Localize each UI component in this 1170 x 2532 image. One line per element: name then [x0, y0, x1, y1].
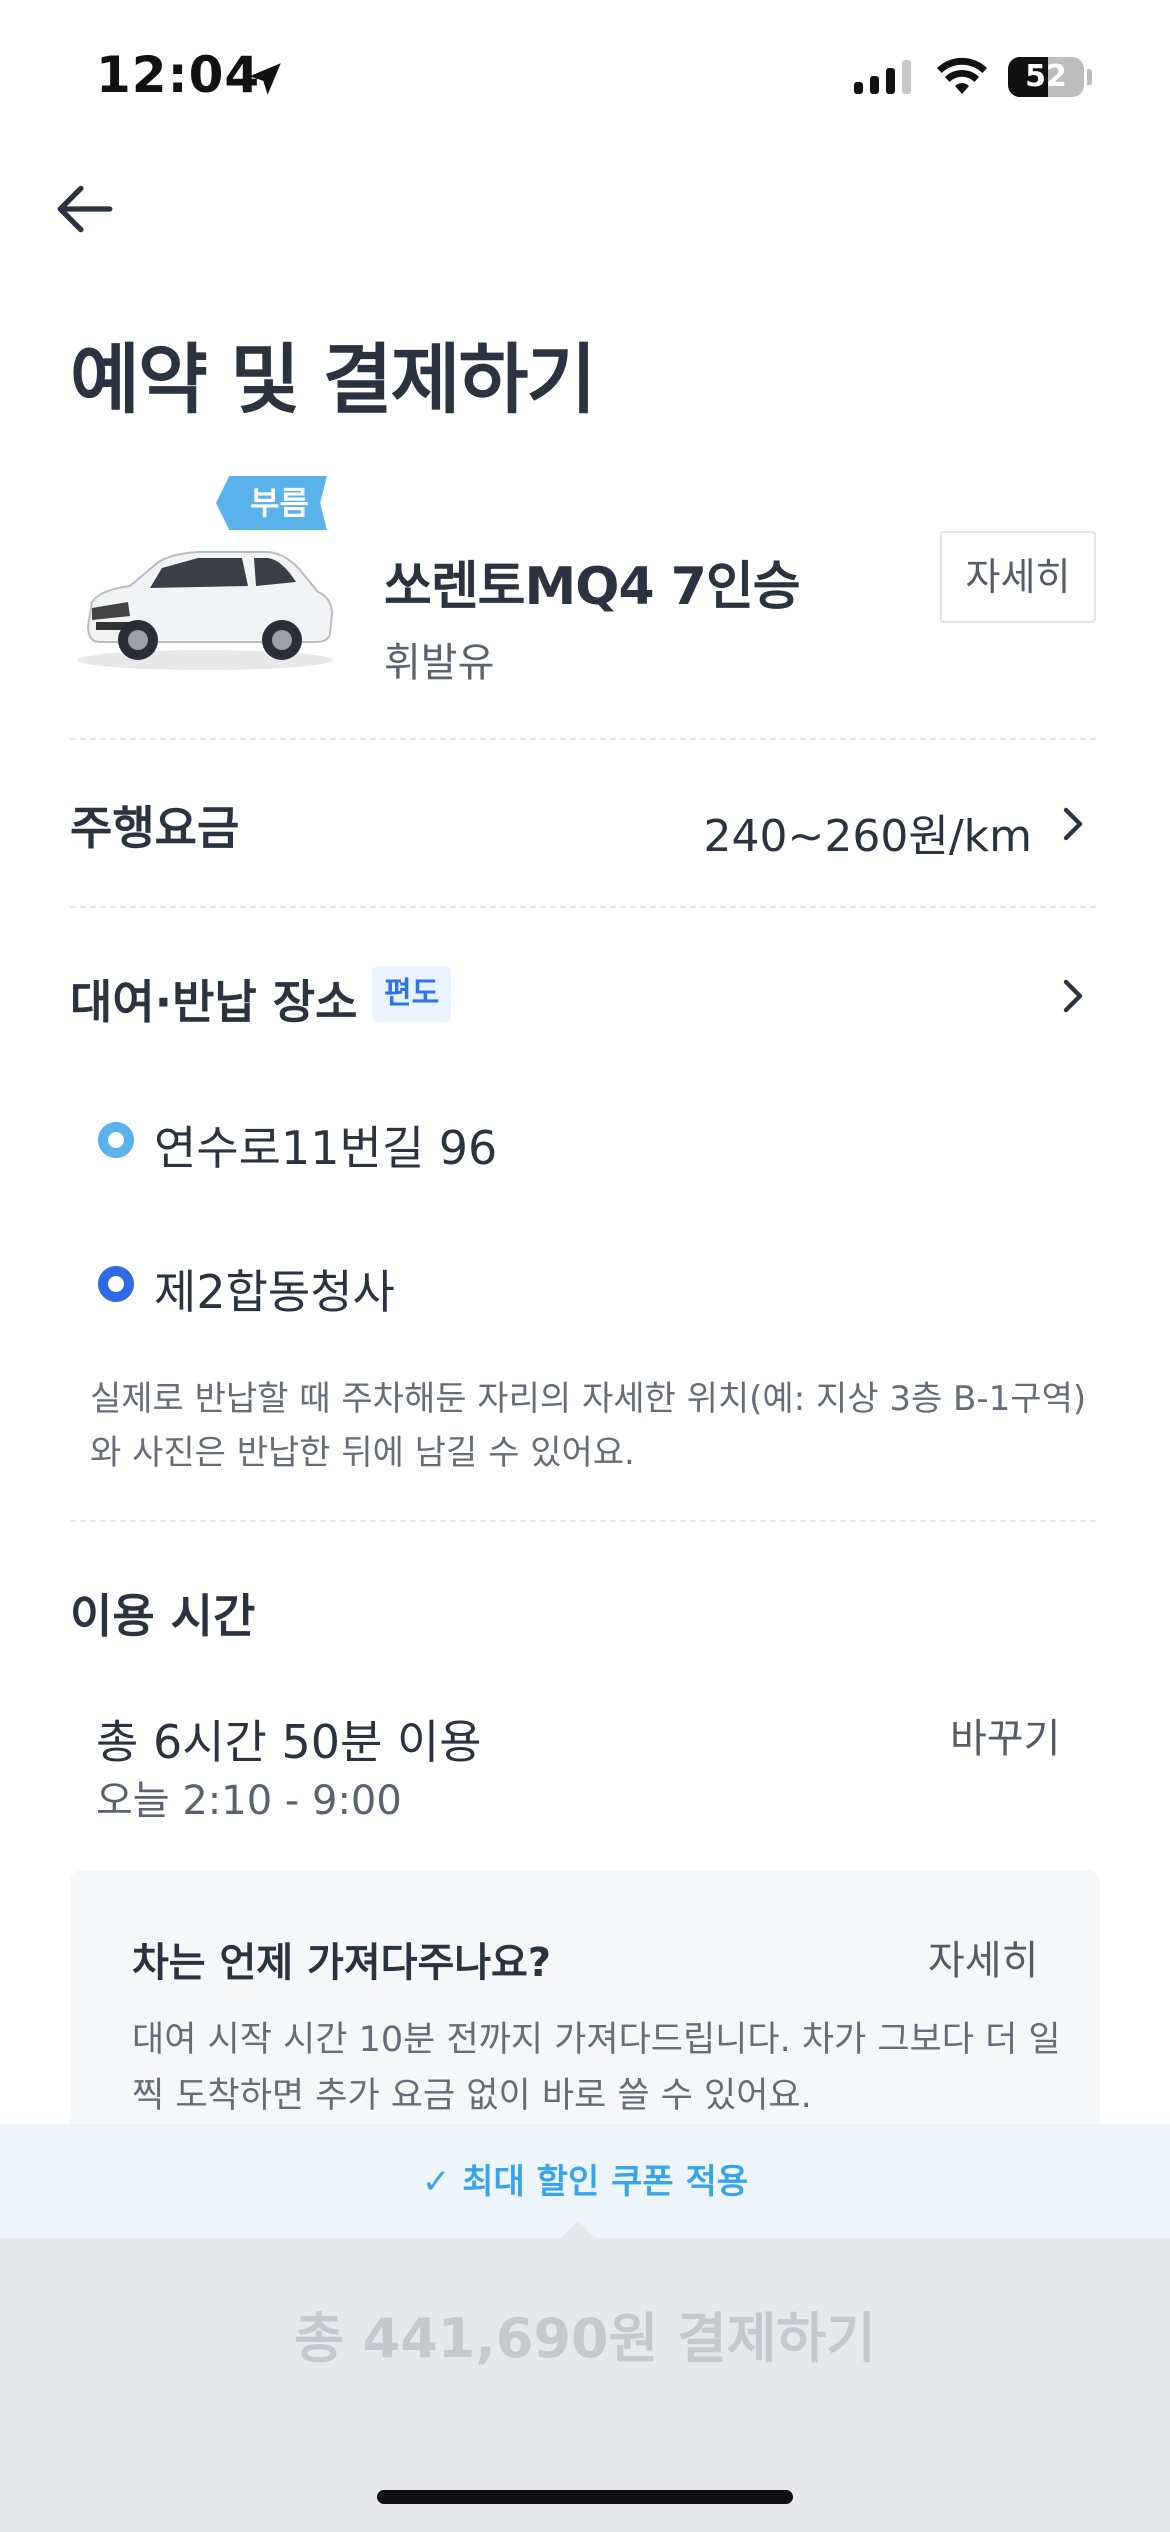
home-indicator[interactable]: [377, 2490, 793, 2504]
page-title: 예약 및 결제하기: [70, 335, 596, 424]
divider: [70, 738, 1096, 740]
location-arrow-icon: [249, 63, 281, 95]
car-detail-button[interactable]: 자세히: [940, 531, 1096, 623]
chevron-right-icon[interactable]: [1052, 804, 1092, 844]
wifi-icon: [937, 57, 987, 94]
end-location-dot: [98, 1266, 134, 1302]
fare-label: 주행요금: [70, 801, 240, 855]
fare-value[interactable]: 240~260원/km: [704, 800, 1032, 864]
delivery-badge: 부름: [216, 476, 327, 530]
start-location: 연수로11번길 96: [154, 1121, 498, 1175]
car-fuel-type: 휘발유: [384, 640, 495, 686]
delivery-info-title: 차는 언제 가져다주나요?: [132, 1940, 552, 1986]
pay-button[interactable]: 총 441,690원 결제하기: [0, 2294, 1170, 2373]
payment-area: [0, 2238, 1170, 2532]
battery-level: 52: [1025, 59, 1067, 94]
location-label: 대여·반납 장소: [70, 975, 358, 1029]
divider: [70, 1520, 1096, 1522]
usage-time-label: 이용 시간: [70, 1589, 256, 1643]
start-location-dot: [98, 1122, 134, 1158]
delivery-info-text: 대여 시작 시간 10분 전까지 가져다드립니다. 차가 그보다 더 일찍 도착…: [132, 2020, 1061, 2116]
cellular-signal-icon: [854, 60, 911, 94]
change-time-button[interactable]: 바꾸기: [950, 1706, 1060, 1764]
back-arrow-icon[interactable]: [52, 176, 118, 242]
usage-time-range: 오늘 2:10 - 9:00: [96, 1778, 402, 1824]
chevron-right-icon[interactable]: [1052, 976, 1092, 1016]
coupon-applied-text[interactable]: ✓ 최대 할인 쿠폰 적용: [0, 2154, 1170, 2203]
car-image: [77, 551, 334, 670]
delivery-info-detail-button[interactable]: 자세히: [928, 1928, 1038, 1986]
return-location-note: 실제로 반납할 때 주차해둔 자리의 자세한 위치(예: 지상 3층 B-1구역…: [90, 1379, 1087, 1473]
divider: [70, 906, 1096, 908]
end-location: 제2합동청사: [154, 1265, 395, 1319]
battery-icon: 52: [1008, 57, 1084, 97]
one-way-tag: 편도: [372, 966, 452, 1022]
car-name: 쏘렌토MQ4 7인승: [384, 557, 801, 617]
status-time: 12:04: [96, 46, 261, 104]
usage-time-total: 총 6시간 50분 이용: [96, 1715, 482, 1769]
battery-tip: [1087, 69, 1092, 85]
